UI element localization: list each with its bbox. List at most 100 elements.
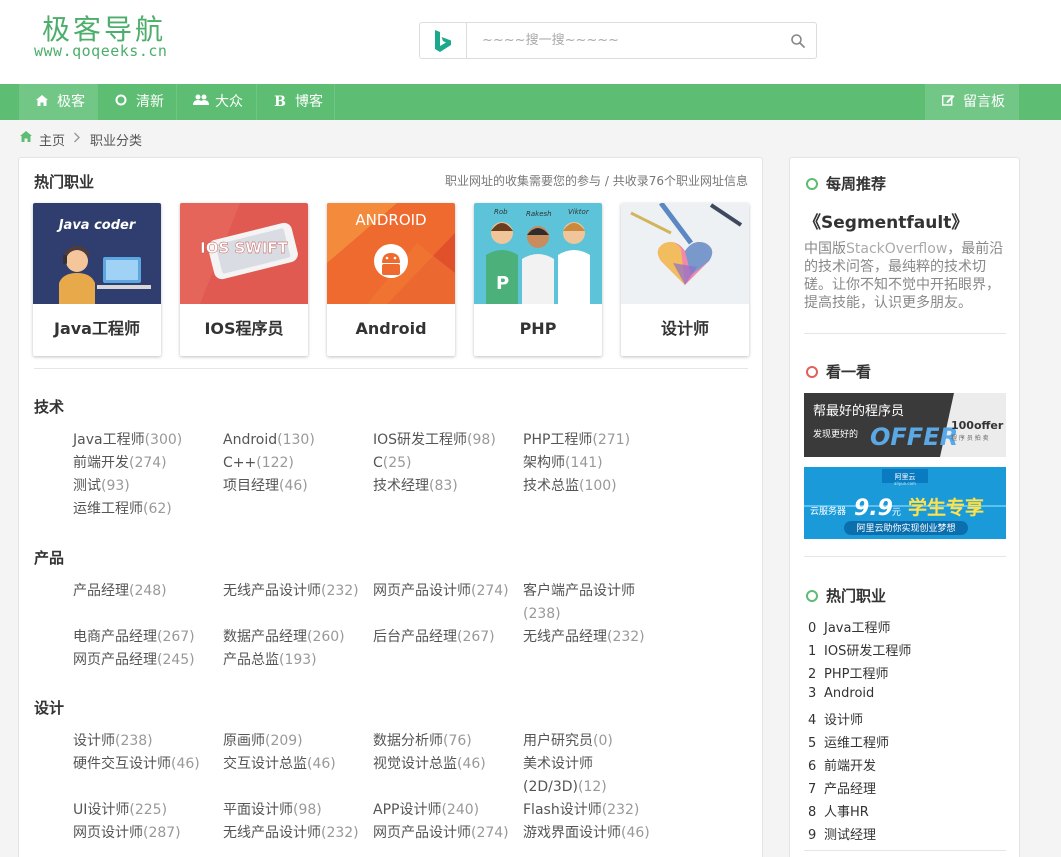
ad-100offer[interactable]: 帮最好的程序员 发现更好的 OFFER 100offer 程 序 员 拍 卖 (804, 393, 1006, 457)
ad-text: 阿里云助你实现创业梦想 (856, 522, 955, 534)
category-link[interactable]: 项目经理(46) (223, 475, 363, 498)
hot-item[interactable]: 4 设计师 (808, 709, 863, 728)
category-link[interactable]: 设计师(238) (73, 730, 213, 753)
job-card-ios[interactable]: IOS SWIFT IOS程序员 (180, 203, 308, 356)
search-icon[interactable] (790, 33, 806, 49)
ad-text: 9.9 (854, 496, 893, 521)
main-navbar: 极客 清新 大众 B 博客 留言板 (0, 84, 1061, 120)
nav-item-blog[interactable]: B 博客 (257, 84, 334, 120)
hot-rank: 2 (808, 667, 817, 682)
link-count: (141) (565, 455, 603, 471)
link-name: 设计师 (73, 733, 115, 749)
job-card-php[interactable]: Rob Rakesh Viktor P PHP (474, 203, 602, 356)
sidebar-divider (804, 333, 1006, 334)
category-link[interactable]: 技术总监(100) (523, 475, 663, 498)
link-count: (98) (467, 432, 496, 448)
link-count: (62) (143, 501, 172, 517)
collection-info: 职业网址的收集需要您的参与 / 共收录76个职业网址信息 (445, 174, 748, 188)
hot-item[interactable]: 7 产品经理 (808, 778, 876, 797)
link-name: 无线产品设计师 (223, 825, 321, 841)
breadcrumb-home[interactable]: 主页 (39, 130, 65, 149)
category-link[interactable]: 架构师(141) (523, 452, 663, 475)
link-name: 技术总监 (523, 478, 579, 494)
category-link[interactable]: 硬件交互设计师(46) (73, 753, 213, 776)
category-link[interactable]: 数据分析师(76) (373, 730, 513, 753)
link-count: (232) (321, 583, 359, 599)
home-icon (20, 131, 32, 146)
hot-item[interactable]: 0 Java工程师 (808, 617, 890, 636)
job-card-java[interactable]: Java coder Java工程师 (33, 203, 161, 356)
link-count: (83) (429, 478, 458, 494)
nav-item-guestbook[interactable]: 留言板 (925, 84, 1019, 120)
category-link[interactable]: 网页产品设计师(274) (373, 822, 513, 845)
link-name: 运维工程师 (73, 501, 143, 517)
category-link[interactable]: 后台产品经理(267) (373, 626, 513, 649)
category-link[interactable]: 客户端产品设计师 (238) (523, 580, 643, 626)
category-link[interactable]: 用户研究员(0) (523, 730, 663, 753)
category-link[interactable]: APP设计师(240) (373, 799, 513, 822)
hot-item[interactable]: 9 测试经理 (808, 824, 876, 843)
ios-swift-image: IOS SWIFT (180, 203, 308, 304)
weekly-site-title[interactable]: 《Segmentfault》 (804, 208, 968, 233)
category-link[interactable]: 无线产品设计师(232) (223, 580, 363, 603)
desc-text: 中国版 (804, 241, 846, 257)
category-link[interactable]: 数据产品经理(260) (223, 626, 363, 649)
nav-item-public[interactable]: 大众 (177, 84, 256, 120)
category-link[interactable]: 前端开发(274) (73, 452, 213, 475)
job-card-designer[interactable]: 设计师 (621, 203, 749, 356)
search-input[interactable] (468, 23, 778, 58)
hot-item[interactable]: 8 人事HR (808, 801, 869, 820)
category-link[interactable]: 电商产品经理(267) (73, 626, 213, 649)
category-link[interactable]: 网页产品设计师(274) (373, 580, 513, 603)
category-link[interactable]: 网页设计师(287) (73, 822, 213, 845)
category-link[interactable]: 测试(93) (73, 475, 213, 498)
category-link[interactable]: 交互设计总监(46) (223, 753, 363, 776)
category-link[interactable]: 原画师(209) (223, 730, 363, 753)
category-link[interactable]: PHP工程师(271) (523, 429, 663, 452)
category-link[interactable]: 运维工程师(62) (73, 498, 213, 521)
category-link[interactable]: 技术经理(83) (373, 475, 513, 498)
category-link[interactable]: C(25) (373, 452, 513, 475)
java-card-caption: Java coder (56, 218, 137, 233)
category-link[interactable]: 视觉设计总监(46) (373, 753, 513, 776)
category-link[interactable]: 产品经理(248) (73, 580, 213, 603)
category-link[interactable]: IOS研发工程师(98) (373, 429, 513, 452)
job-card-android[interactable]: ANDROID Android (327, 203, 455, 356)
hot-item[interactable]: 1 IOS研发工程师 (808, 640, 911, 659)
link-count: (238) (523, 606, 561, 622)
hot-item[interactable]: 3 Android (808, 686, 874, 701)
category-link[interactable]: 产品总监(193) (223, 649, 363, 672)
category-link[interactable]: Flash设计师(232) (523, 799, 663, 822)
hot-rank: 5 (808, 736, 817, 751)
link-name: C++ (223, 455, 257, 471)
link-count: (274) (471, 583, 509, 599)
designer-heart-image (621, 203, 749, 304)
site-logo[interactable]: 极客导航 www.qoqeeks.cn (34, 8, 184, 64)
category-link[interactable]: Android(130) (223, 429, 363, 452)
job-card-label: 设计师 (660, 319, 709, 338)
link-name: APP设计师 (373, 802, 442, 818)
ad-text: OFFER (870, 423, 958, 451)
link-name: 硬件交互设计师 (73, 756, 171, 772)
category-link[interactable]: 游戏界面设计师(46) (523, 822, 663, 845)
hot-item[interactable]: 5 运维工程师 (808, 732, 889, 751)
category-link[interactable]: 无线产品设计师(232) (223, 822, 363, 845)
category-link[interactable]: C++(122) (223, 452, 363, 475)
category-link[interactable]: 无线产品经理(232) (523, 626, 663, 649)
nav-item-fresh[interactable]: 清新 (98, 84, 176, 120)
hot-item[interactable]: 6 前端开发 (808, 755, 876, 774)
circle-icon (114, 84, 128, 120)
hot-item[interactable]: 2 PHP工程师 (808, 663, 888, 682)
category-link[interactable]: 美术设计师(2D/3D)(12) (523, 753, 643, 799)
ad-aliyun[interactable]: 阿里云 aliyun.com 云服务器 9.9 元 学生专享 阿里云助你实现创业… (804, 467, 1006, 539)
bing-icon[interactable] (420, 23, 467, 58)
link-name: Android (223, 432, 278, 448)
nav-item-geek[interactable]: 极客 (19, 84, 97, 120)
person-label: Rakesh (526, 210, 552, 218)
link-name: 无线产品经理 (523, 629, 607, 645)
category-link[interactable]: UI设计师(225) (73, 799, 213, 822)
link-name: 客户端产品设计师 (523, 583, 635, 599)
category-link[interactable]: 网页产品经理(245) (73, 649, 213, 672)
category-link[interactable]: Java工程师(300) (73, 429, 213, 452)
category-link[interactable]: 平面设计师(98) (223, 799, 363, 822)
